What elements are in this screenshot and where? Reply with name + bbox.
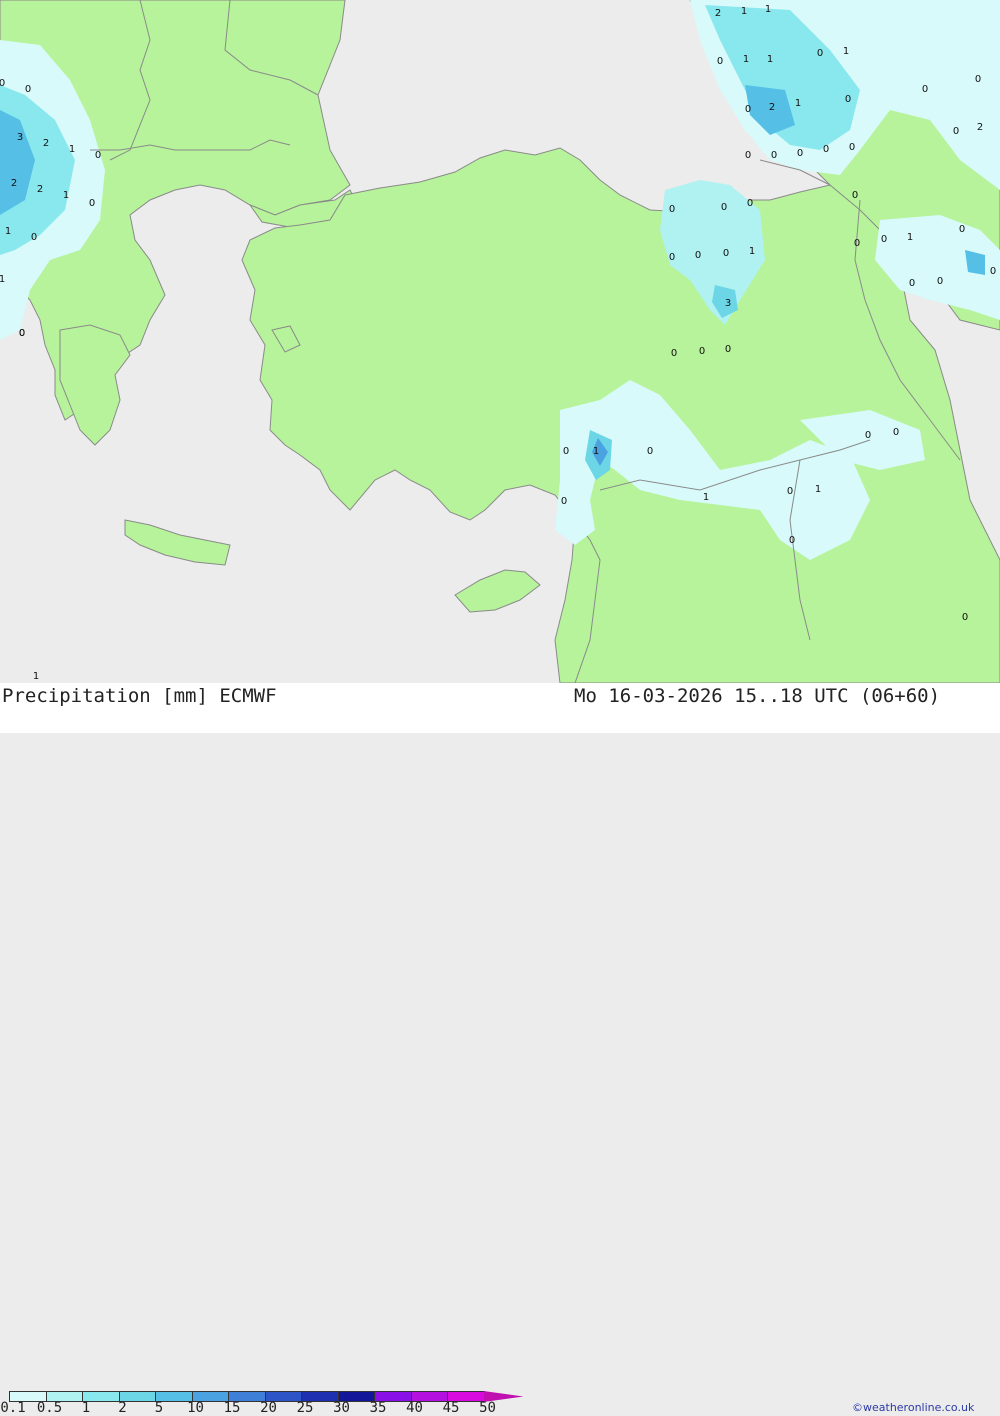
scale-label: 0.5 [36,1400,63,1416]
value-label: 0 [717,56,723,67]
scale-label: 40 [406,1400,423,1416]
value-label: 1 [5,226,11,237]
value-label: 0 [937,276,943,287]
value-label: 0 [797,148,803,159]
value-label: 0 [787,486,793,497]
value-label: 0 [849,142,855,153]
scale-label: 25 [296,1400,314,1416]
value-label: 1 [741,6,747,17]
value-label: 0 [852,190,858,201]
value-label: 1 [63,190,69,201]
value-label: 1 [743,54,749,65]
value-label: 0 [561,496,567,507]
value-label: 0 [671,348,677,359]
value-label: 1 [843,46,849,57]
value-label: 0 [89,198,95,209]
value-label: 2 [715,8,721,19]
value-label: 0 [0,78,5,89]
value-label: 2 [11,178,17,189]
value-label: 0 [953,126,959,137]
value-label: 0 [31,232,37,243]
value-label: 0 [647,446,653,457]
value-label: 2 [43,138,49,149]
value-label: 0 [959,224,965,235]
valid-time: Mo 16-03-2026 15..18 UTC (06+60) [574,685,941,707]
value-label: 0 [669,204,675,215]
value-label: 0 [721,202,727,213]
value-label: 1 [767,54,773,65]
scale-label: 35 [369,1400,387,1416]
value-label: 1 [749,246,755,257]
scale-label: 2 [118,1400,127,1416]
value-label: 1 [795,98,801,109]
credit-text[interactable]: ©weatheronline.co.uk [852,1401,974,1414]
value-label: 1 [703,492,709,503]
value-label: 0 [669,252,675,263]
value-label: 0 [823,144,829,155]
value-label: 0 [563,446,569,457]
value-label: 1 [907,232,913,243]
value-label: 0 [854,238,860,249]
value-label: 3 [17,132,23,143]
scale-label: 45 [442,1400,460,1416]
map-title: Precipitation [mm] ECMWF [2,685,277,707]
scale-label: 30 [333,1400,350,1416]
value-label: 0 [19,328,25,339]
value-label: 1 [33,671,39,682]
value-label: 2 [977,122,983,133]
value-label: 0 [922,84,928,95]
value-label: 0 [699,346,705,357]
value-label: 0 [975,74,981,85]
value-label: 0 [962,612,968,623]
value-label: 0 [747,198,753,209]
value-label: 0 [771,150,777,161]
value-label: 0 [745,104,751,115]
value-label: 3 [725,298,731,309]
scale-label: 5 [154,1400,164,1416]
value-label: 2 [37,184,43,195]
scale-label: 20 [260,1400,277,1416]
precipitation-map: 2 1 1 0 1 1 0 1 0 0 0 2 1 0 0 0 0 0 0 0 2 0 0 0 3 2 1 0 2 2 1 0 1 0 1 0 0 0 0 0… [0,0,1000,683]
scale-label: 1 [81,1400,91,1416]
value-label: 0 [745,150,751,161]
value-label: 1 [593,446,599,457]
value-label: 1 [69,144,75,155]
value-label: 1 [765,4,771,15]
value-label: 1 [0,274,5,285]
scale-label: 50 [479,1400,496,1416]
value-label: 0 [893,427,899,438]
scale-label: 0.1 [0,1400,26,1416]
value-label: 0 [990,266,996,277]
value-label: 0 [881,234,887,245]
value-label: 0 [725,344,731,355]
value-label: 0 [817,48,823,59]
value-label: 0 [909,278,915,289]
value-label: 2 [769,102,775,113]
value-label: 0 [789,535,795,546]
value-label: 0 [723,248,729,259]
value-label: 0 [695,250,701,261]
value-label: 0 [845,94,851,105]
scale-label: 15 [223,1400,241,1416]
footer-bar: Precipitation [mm] ECMWF Mo 16-03-2026 1… [0,683,1000,1416]
scale-label: 10 [187,1400,204,1416]
value-label: 0 [95,150,101,161]
value-label: 1 [815,484,821,495]
value-label: 0 [25,84,31,95]
value-label: 0 [865,430,871,441]
